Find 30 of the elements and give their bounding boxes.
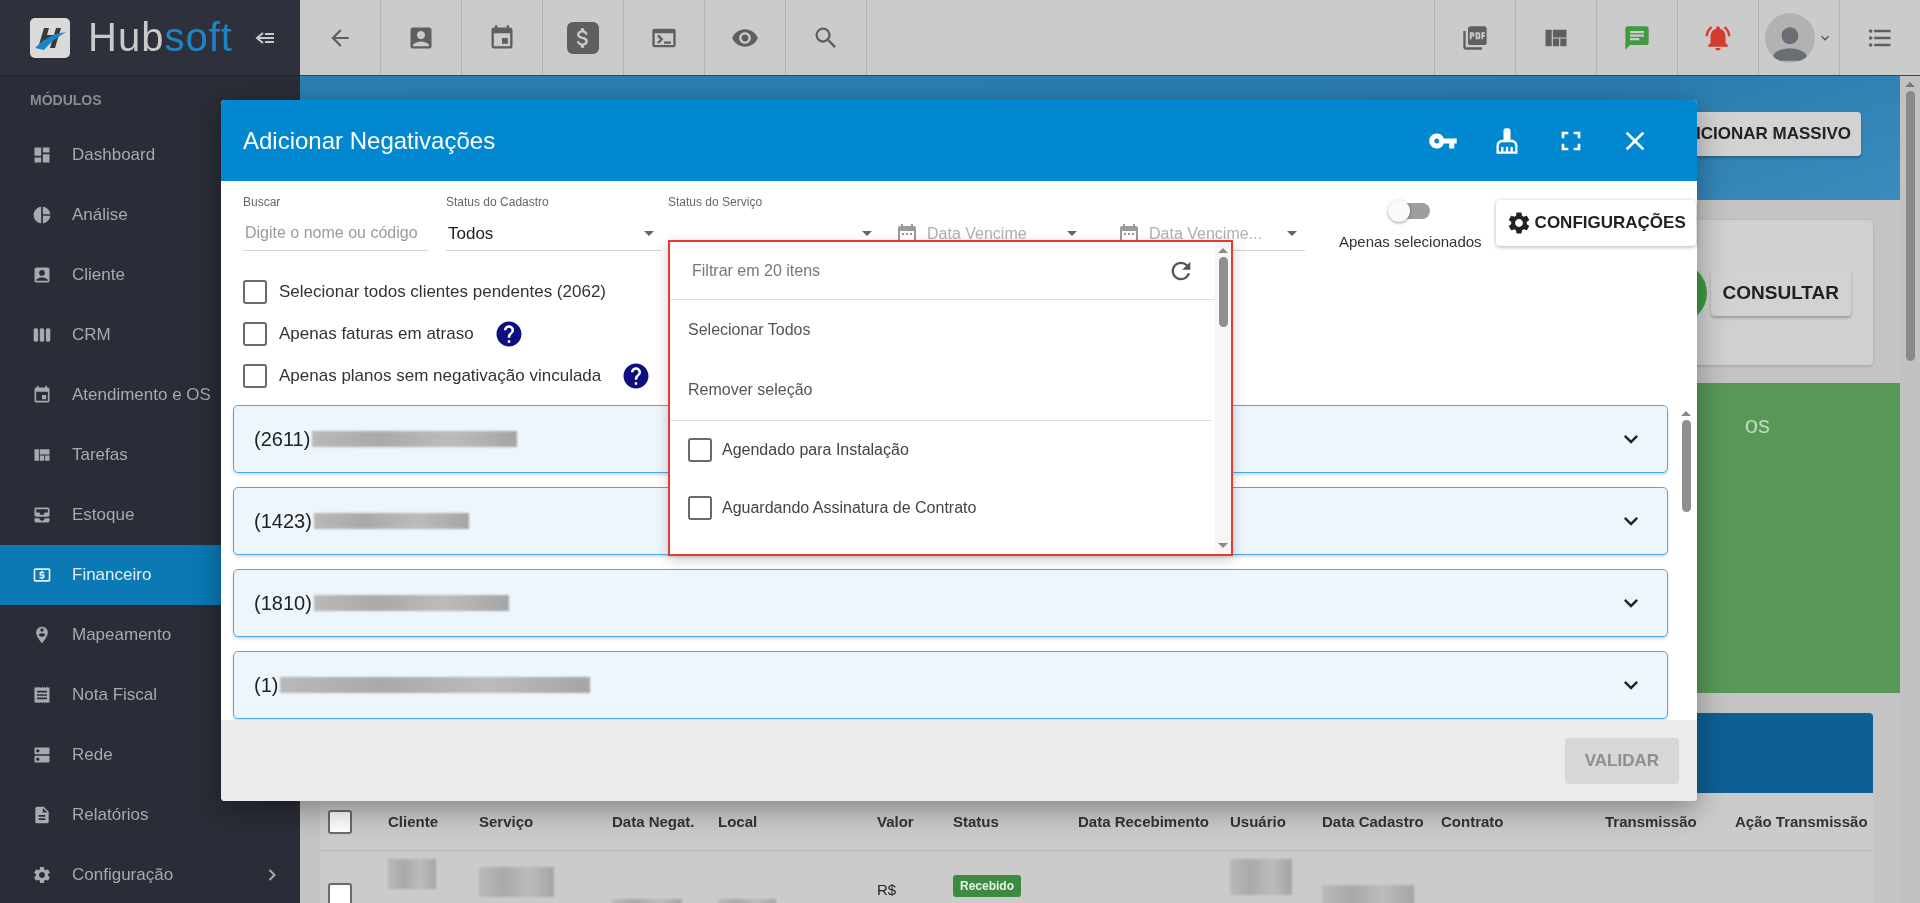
column-header: Valor: [876, 813, 915, 830]
column-header: Ação Transmissão: [1734, 813, 1869, 830]
table-cell-text: R$: [876, 880, 898, 898]
column-header: Status: [952, 813, 1000, 830]
checkbox-label: Apenas faturas em atraso: [279, 324, 474, 344]
field-label: Status do Cadastro: [446, 195, 550, 211]
column-header: Contrato: [1440, 813, 1505, 830]
column-header: Data Negat.: [611, 813, 696, 830]
column-header: Data Cadastro: [1321, 813, 1425, 830]
client-code: (2611): [254, 427, 311, 451]
option-label: Agendado para Instalação: [722, 441, 909, 459]
section-heading: MÓDULOS: [29, 90, 103, 110]
column-header: Local: [717, 813, 759, 830]
checkbox-label: Selecionar todos clientes pendentes (2062): [279, 282, 606, 302]
field-label: Buscar: [243, 195, 282, 211]
field-label: Status do Serviço: [668, 195, 764, 211]
panel-title: os: [1744, 411, 1770, 439]
client-code: (1): [254, 673, 279, 697]
column-header: Serviço: [478, 813, 535, 830]
client-code: (1423): [254, 509, 312, 533]
column-header: Transmissão: [1604, 813, 1698, 830]
column-header: Usuário: [1229, 813, 1287, 830]
toggle-label: Apenas selecionados: [1339, 233, 1482, 250]
column-header: Cliente: [387, 813, 439, 830]
dialog-title: Adicionar Negativações: [243, 126, 497, 155]
column-header: Data Recebimento: [1077, 813, 1210, 830]
status-badge: Recebido: [953, 875, 1021, 897]
option-label: Aguardando Assinatura de Contrato: [722, 499, 977, 517]
checkbox-label: Apenas planos sem negativação vinculada: [279, 366, 602, 386]
logo-text: Hubsoft: [88, 15, 233, 60]
